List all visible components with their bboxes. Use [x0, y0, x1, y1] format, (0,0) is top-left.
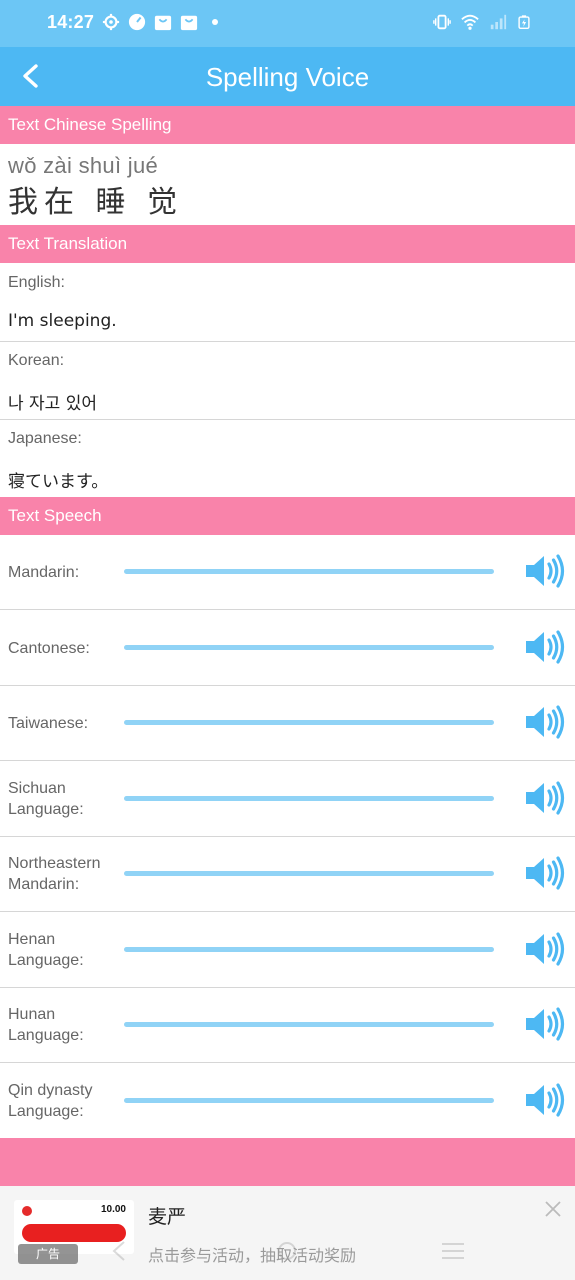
speech-row: Qin dynasty Language:	[0, 1064, 575, 1139]
speaker-icon[interactable]	[524, 629, 566, 665]
ad-thumb-price: 10.00	[100, 1204, 126, 1215]
speech-progress-slider[interactable]	[124, 1022, 494, 1027]
hanzi-text: 我在 睡 觉	[8, 185, 184, 220]
dot-icon	[212, 19, 218, 25]
speaker-icon[interactable]	[524, 931, 566, 967]
settings-icon	[102, 13, 120, 31]
clock-icon	[128, 13, 146, 31]
nav-menu-icon	[442, 1243, 464, 1259]
speech-progress-slider[interactable]	[124, 946, 494, 952]
status-left-icons	[102, 13, 218, 31]
close-icon[interactable]	[542, 1198, 564, 1220]
wifi-icon	[461, 14, 479, 30]
speaker-icon[interactable]	[524, 780, 566, 816]
speech-progress-slider[interactable]	[124, 1097, 494, 1103]
speech-language-label: Qin dynasty Language:	[8, 1081, 93, 1120]
speech-row: Sichuan Language:	[0, 762, 575, 837]
speaker-icon[interactable]	[524, 553, 566, 589]
speech-row: Northeastern Mandarin:	[0, 837, 575, 912]
translation-value: 나 자고 있어	[8, 394, 98, 414]
translation-row-japanese: Japanese: 寝ています。	[0, 420, 575, 498]
speech-language-label: Taiwanese:	[8, 715, 89, 732]
page-title: Spelling Voice	[205, 62, 370, 92]
speaker-icon[interactable]	[524, 1006, 566, 1042]
speaker-icon[interactable]	[524, 855, 566, 891]
ad-subtitle[interactable]: 点击参与活动，抽取活动奖励	[148, 1242, 356, 1266]
translation-label: Japanese:	[8, 430, 82, 447]
speech-row: Hunan Language:	[0, 988, 575, 1063]
ad-label: 广告	[18, 1244, 78, 1264]
translation-value: 寝ています。	[8, 472, 109, 492]
vibrate-icon	[433, 14, 451, 30]
footer-band	[0, 1138, 575, 1186]
section-header-translation: Text Translation	[0, 225, 575, 263]
translation-value: I'm sleeping.	[8, 311, 117, 331]
speech-row: Cantonese:	[0, 611, 575, 686]
speech-row: Mandarin:	[0, 535, 575, 610]
brand-logo-icon	[22, 1206, 32, 1216]
section-header-spelling: Text Chinese Spelling	[0, 106, 575, 144]
speech-row: Taiwanese:	[0, 686, 575, 761]
speech-progress-slider[interactable]	[124, 644, 494, 650]
speech-language-label: Mandarin:	[8, 564, 80, 581]
speech-progress-slider[interactable]	[124, 720, 494, 725]
speech-language-label: Cantonese:	[8, 639, 90, 657]
speaker-icon[interactable]	[524, 1082, 566, 1118]
app-bar: Spelling Voice	[0, 47, 575, 106]
pinyin-text: wǒ zài shuì jué	[8, 153, 159, 178]
shopping-bag-icon	[154, 15, 172, 31]
status-right-icons	[433, 13, 531, 31]
speech-row: Henan Language:	[0, 913, 575, 988]
nav-home-icon	[278, 1242, 296, 1260]
speaker-icon[interactable]	[524, 704, 566, 740]
section-header-speech: Text Speech	[0, 497, 575, 535]
speech-progress-slider[interactable]	[124, 795, 494, 801]
translation-label: English:	[8, 274, 65, 291]
nav-back-icon	[112, 1241, 125, 1261]
signal-icon	[490, 14, 507, 30]
speech-language-label: Hunan Language:	[8, 1006, 84, 1044]
battery-charging-icon	[518, 15, 530, 29]
translation-label: Korean:	[8, 352, 65, 369]
status-time: 14:27	[47, 12, 95, 32]
speech-language-label: Henan Language:	[8, 930, 84, 969]
shopping-bag-icon	[180, 15, 198, 31]
speech-language-label: Sichuan Language:	[8, 779, 84, 818]
ad-title[interactable]: 麦严	[148, 1202, 186, 1229]
speech-language-label: Northeastern Mandarin:	[8, 855, 101, 893]
status-bar: 14:27	[0, 0, 575, 47]
speech-progress-slider[interactable]	[124, 871, 494, 876]
translation-row-english: English: I'm sleeping.	[0, 264, 575, 342]
translation-row-korean: Korean: 나 자고 있어	[0, 342, 575, 420]
speech-progress-slider[interactable]	[124, 569, 494, 574]
ad-banner[interactable]: 10.00 广告 麦严 点击参与活动，抽取活动奖励	[0, 1186, 575, 1280]
